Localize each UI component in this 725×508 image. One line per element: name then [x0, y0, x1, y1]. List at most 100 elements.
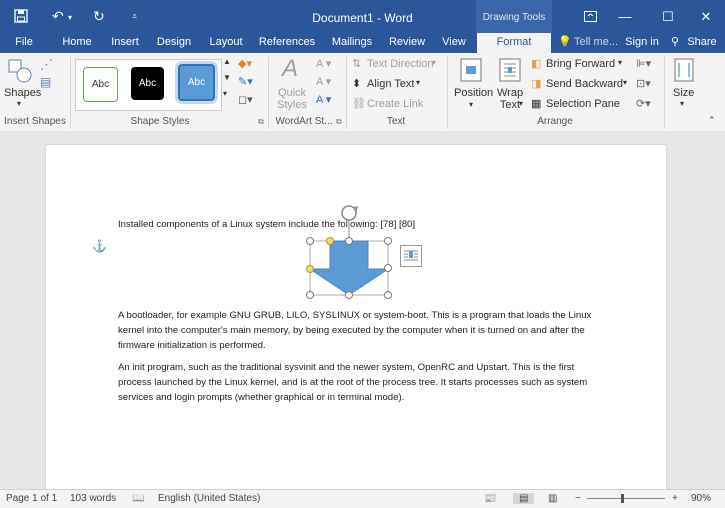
wrap-text-icon[interactable]: [499, 58, 521, 82]
zoom-out-icon[interactable]: −: [575, 493, 581, 504]
proofing-icon[interactable]: 📖: [132, 493, 144, 504]
tell-me-box[interactable]: Tell me...: [574, 33, 618, 53]
shape-style-white[interactable]: Abc: [83, 67, 118, 102]
selection-pane-button[interactable]: Selection Pane: [546, 98, 620, 110]
tab-mailings[interactable]: Mailings: [326, 33, 378, 53]
tab-design[interactable]: Design: [152, 33, 196, 53]
bring-forward-dropdown-icon[interactable]: ▾: [618, 58, 622, 67]
position-icon[interactable]: [460, 58, 482, 82]
text-box-icon[interactable]: ▤: [40, 75, 51, 89]
shapes-dropdown-icon[interactable]: ▾: [17, 99, 21, 108]
group-divider: [268, 57, 269, 129]
shape-styles-group-label: Shape Styles: [130, 116, 190, 127]
document-page[interactable]: Installed components of a Linux system i…: [46, 145, 666, 505]
zoom-in-icon[interactable]: +: [672, 493, 678, 504]
size-button[interactable]: Size: [673, 87, 694, 99]
shape-styles-gallery: Abc Abc Abc: [75, 59, 222, 111]
shape-style-black[interactable]: Abc: [131, 67, 164, 100]
collapse-ribbon-icon[interactable]: ⌃: [708, 115, 716, 126]
title-bar: ↶ ▾ ↻ ⩡ Document1 - Word Drawing Tools —…: [0, 0, 725, 33]
ribbon-display-icon[interactable]: [570, 0, 610, 33]
text-group-label: Text: [386, 116, 406, 127]
tab-file[interactable]: File: [8, 33, 40, 53]
align-text-button[interactable]: Align Text: [367, 78, 415, 90]
position-button[interactable]: Position: [454, 87, 493, 99]
lightbulb-icon: 💡: [558, 36, 572, 48]
close-icon[interactable]: ✕: [686, 0, 725, 33]
send-backward-icon[interactable]: ◨: [531, 77, 541, 90]
shape-outline-icon[interactable]: ✎▾: [238, 75, 253, 88]
read-mode-icon[interactable]: 📰: [484, 493, 496, 504]
layout-options-icon[interactable]: [400, 245, 422, 267]
maximize-icon[interactable]: ☐: [648, 0, 688, 33]
create-link-button: Create Link: [367, 98, 424, 110]
text-direction-icon: ⇅: [352, 58, 362, 70]
web-layout-icon[interactable]: ▥: [548, 493, 557, 504]
document-area: Installed components of a Linux system i…: [0, 131, 725, 505]
status-bar: Page 1 of 1 103 words 📖 English (United …: [0, 489, 725, 508]
tab-view[interactable]: View: [436, 33, 472, 53]
arrow-shape[interactable]: [304, 203, 394, 299]
person-icon: ⚲: [670, 36, 680, 48]
tab-insert[interactable]: Insert: [104, 33, 146, 53]
text-direction-dropdown-icon: ▾: [432, 58, 437, 67]
shapes-button[interactable]: Shapes: [4, 87, 41, 99]
send-backward-button[interactable]: Send Backward: [546, 78, 623, 90]
anchor-icon[interactable]: ⚓: [92, 239, 107, 253]
paragraph-init[interactable]: An init program, such as the traditional…: [118, 360, 596, 405]
zoom-slider-thumb[interactable]: [621, 494, 624, 503]
page-count[interactable]: Page 1 of 1: [6, 493, 57, 504]
text-direction-button: Text Direction: [367, 58, 434, 70]
edit-shape-icon[interactable]: ⋰: [40, 57, 53, 73]
rotate-handle-icon[interactable]: [341, 205, 359, 221]
send-backward-dropdown-icon[interactable]: ▾: [623, 78, 627, 87]
zoom-level[interactable]: 90%: [691, 493, 711, 504]
wordart-group-label: WordArt St...: [275, 116, 333, 127]
print-layout-icon[interactable]: ▤: [513, 493, 535, 504]
bring-forward-icon[interactable]: ◧: [531, 57, 541, 70]
quick-styles-button: Quick Styles: [277, 87, 307, 111]
ribbon-tabs: File Home Insert Design Layout Reference…: [0, 33, 725, 53]
align-text-dropdown-icon[interactable]: ▾: [416, 78, 420, 87]
language-indicator[interactable]: English (United States): [158, 493, 260, 504]
shape-effects-icon[interactable]: ◻▾: [238, 93, 253, 106]
align-objects-icon[interactable]: ⊫▾: [636, 57, 651, 70]
create-link-icon: ⛓: [352, 98, 366, 110]
text-outline-icon: A ▾: [316, 76, 332, 88]
text-fill-icon: A ▾: [316, 58, 332, 70]
shapes-icon[interactable]: [7, 58, 33, 84]
size-dropdown-icon[interactable]: ▾: [680, 99, 684, 108]
group-divider: [346, 57, 347, 129]
rotate-objects-icon[interactable]: ⟳▾: [636, 97, 651, 110]
group-objects-icon[interactable]: ⊡▾: [636, 77, 651, 90]
group-divider: [664, 57, 665, 129]
wrap-text-dropdown-icon[interactable]: ▾: [519, 99, 523, 108]
tab-home[interactable]: Home: [56, 33, 98, 53]
tab-references[interactable]: References: [254, 33, 320, 53]
gallery-scroll-down-icon[interactable]: ▼: [223, 73, 231, 82]
word-count[interactable]: 103 words: [70, 493, 116, 504]
shape-styles-launcher-icon[interactable]: ⧉: [258, 117, 264, 127]
tab-review[interactable]: Review: [386, 33, 428, 53]
zoom-slider[interactable]: [587, 498, 665, 499]
gallery-more-icon[interactable]: ▾: [223, 89, 227, 98]
share-button[interactable]: Share: [684, 33, 720, 53]
size-icon[interactable]: [673, 58, 695, 82]
tab-layout[interactable]: Layout: [204, 33, 248, 53]
bring-forward-button[interactable]: Bring Forward: [546, 58, 615, 70]
text-effects-icon[interactable]: A ▾: [316, 93, 331, 106]
gallery-scroll-up-icon[interactable]: ▲: [223, 57, 231, 66]
shape-fill-icon[interactable]: ◆▾: [238, 57, 252, 70]
ribbon-format: Shapes ▾ ⋰ ▤ Insert Shapes Abc Abc Abc ▲…: [0, 53, 725, 132]
wordart-launcher-icon[interactable]: ⧉: [336, 117, 342, 127]
tab-format[interactable]: Format: [477, 33, 551, 53]
sign-in-link[interactable]: Sign in: [622, 33, 662, 53]
position-dropdown-icon[interactable]: ▾: [469, 100, 473, 109]
group-divider: [447, 57, 448, 129]
minimize-icon[interactable]: —: [605, 0, 645, 33]
shape-style-blue[interactable]: Abc: [178, 64, 215, 101]
arrange-group-label: Arrange: [537, 116, 573, 127]
paragraph-bootloader[interactable]: A bootloader, for example GNU GRUB, LILO…: [118, 308, 596, 353]
selection-pane-icon[interactable]: ▦: [531, 97, 541, 110]
align-text-icon[interactable]: ⬍: [352, 77, 361, 90]
